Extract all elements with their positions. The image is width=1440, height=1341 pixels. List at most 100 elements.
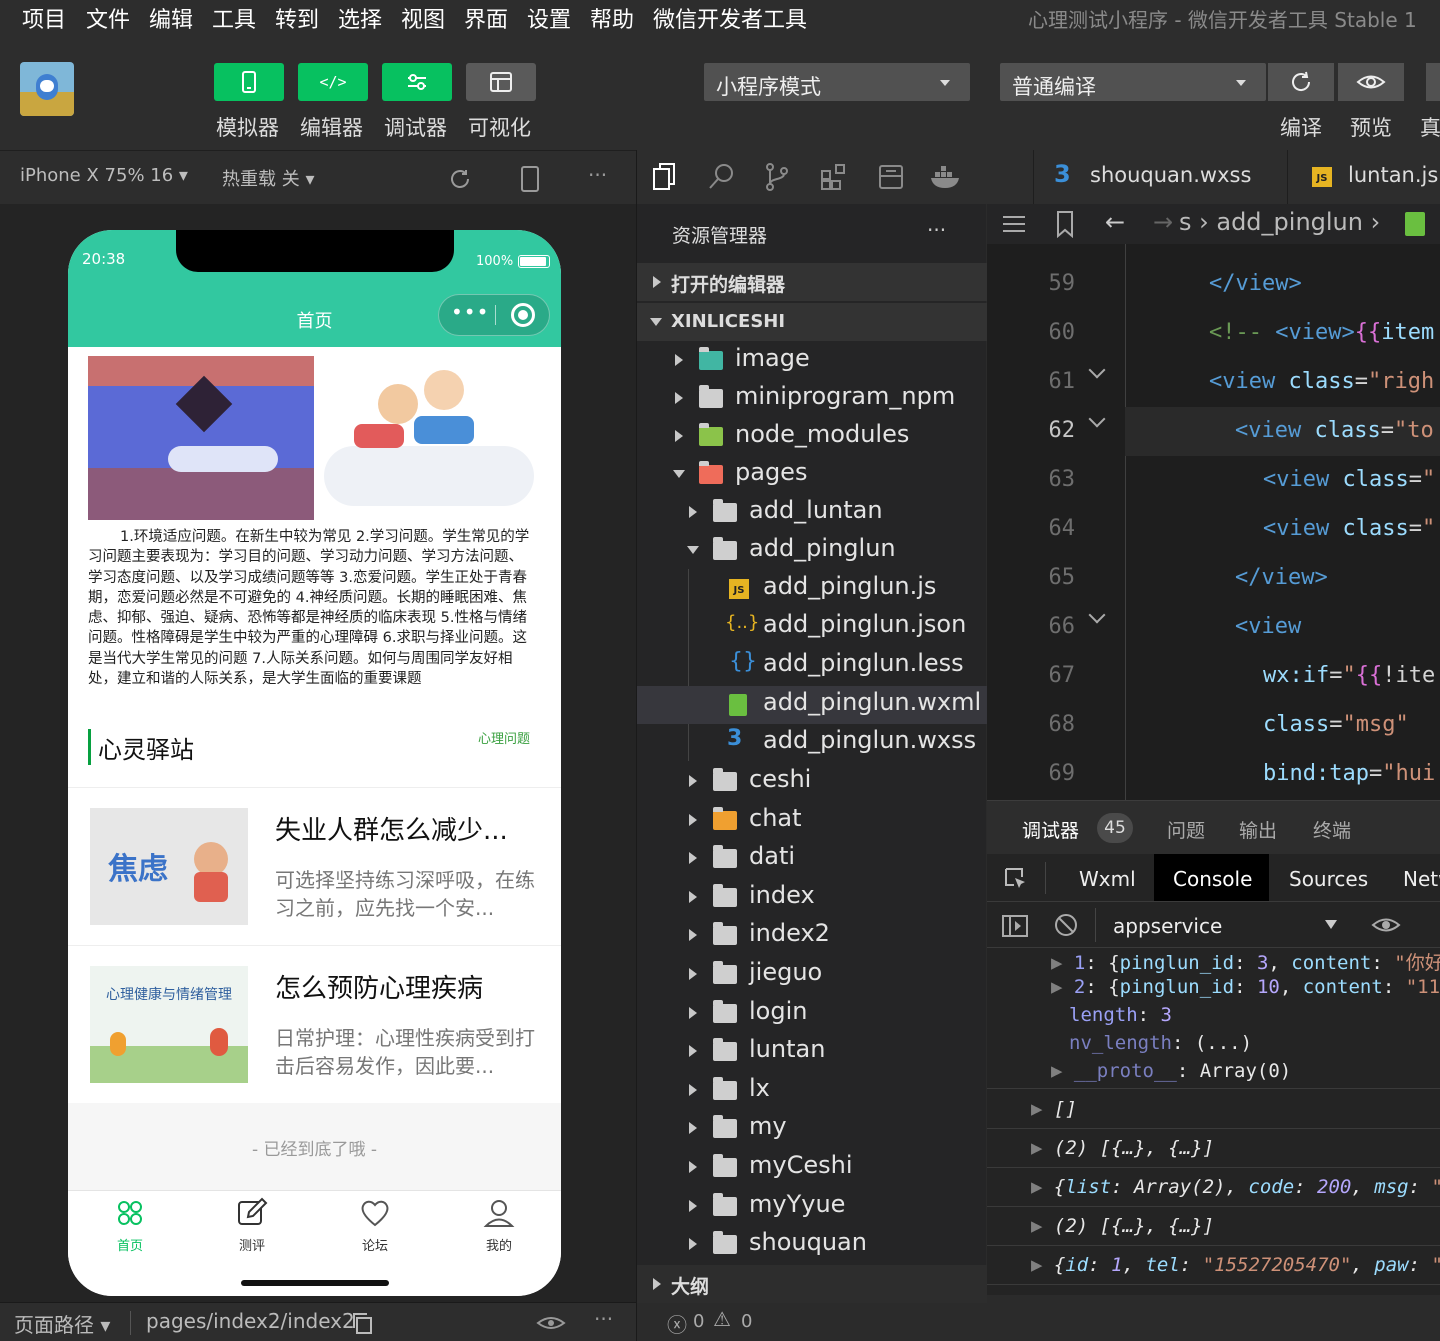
article-card[interactable]: 心理健康与情绪管理 怎么预防心理疾病 日常护理：心理性疾病受到打击后容易发作，因…: [68, 946, 561, 1103]
search-icon[interactable]: [707, 162, 737, 192]
context-select[interactable]: appservice: [1113, 914, 1222, 938]
tab-mine[interactable]: 我的: [457, 1191, 541, 1261]
hot-reload-select[interactable]: 热重载 关 ▾: [222, 165, 314, 191]
menu-tools[interactable]: 工具: [212, 2, 256, 34]
menu-help[interactable]: 帮助: [590, 2, 634, 34]
mode-select[interactable]: 小程序模式: [704, 63, 970, 101]
console-line[interactable]: ▶ {id: 1, tel: "15527205470", paw: ": [1031, 1254, 1440, 1276]
eye-icon[interactable]: [1371, 914, 1401, 936]
outline-header[interactable]: 大纲: [637, 1265, 987, 1303]
compile-button[interactable]: [1268, 63, 1334, 101]
tab-debugger[interactable]: 调试器: [1022, 816, 1079, 843]
back-arrow-icon[interactable]: ←: [1105, 208, 1125, 236]
tab-output[interactable]: 输出: [1239, 816, 1277, 843]
project-header[interactable]: XINLICESHI: [637, 303, 987, 341]
menu-settings[interactable]: 设置: [527, 2, 571, 34]
open-editors-header[interactable]: 打开的编辑器: [637, 263, 987, 301]
console-line[interactable]: ▶ (2) [{…}, {…}]: [1031, 1137, 1214, 1159]
menu-edit[interactable]: 编辑: [149, 2, 193, 34]
warning-icon[interactable]: ⚠: [713, 1307, 731, 1331]
tree-item-index2[interactable]: index2: [637, 916, 987, 954]
panel-wxml[interactable]: Wxml: [1079, 867, 1136, 891]
console-line[interactable]: ▶ 2: {pinglun_id: 10, content: "11: [1051, 976, 1440, 998]
console-line[interactable]: ▶ []: [1031, 1098, 1077, 1120]
panel-sources[interactable]: Sources: [1289, 867, 1368, 891]
tree-item-shouquan[interactable]: shouquan: [637, 1225, 987, 1263]
menu-file[interactable]: 文件: [86, 2, 130, 34]
tree-item-luntan[interactable]: luntan: [637, 1032, 987, 1070]
tab-problems[interactable]: 问题: [1167, 816, 1205, 843]
compile-select[interactable]: 普通编译: [1000, 63, 1266, 101]
console-line[interactable]: ▶ (2) [{…}, {…}]: [1031, 1215, 1214, 1237]
fold-icon[interactable]: [1088, 606, 1106, 624]
menu-wechat-devtools[interactable]: 微信开发者工具: [653, 2, 807, 34]
editor-button[interactable]: </>: [298, 63, 368, 101]
tree-item-node-modules[interactable]: node_modules: [637, 417, 987, 455]
page-path-label[interactable]: 页面路径 ▾: [14, 1309, 110, 1338]
more-icon[interactable]: ···: [927, 218, 946, 242]
source-control-icon[interactable]: [763, 162, 791, 192]
console-line[interactable]: ▶ {list: Array(2), code: 200, msg: ": [1031, 1176, 1440, 1198]
simulator-button[interactable]: [214, 63, 284, 101]
more-dots-icon[interactable]: •••: [451, 300, 489, 324]
tree-item-pages[interactable]: pages: [637, 455, 987, 493]
files-icon[interactable]: [651, 162, 679, 192]
bookmark-icon[interactable]: [1055, 210, 1075, 238]
tree-item-my[interactable]: my: [637, 1109, 987, 1147]
list-icon[interactable]: [1001, 212, 1027, 236]
fold-icon[interactable]: [1088, 361, 1106, 379]
panel-network[interactable]: Netw: [1403, 867, 1440, 891]
rotate-icon[interactable]: [448, 167, 472, 191]
tab-test[interactable]: 测评: [210, 1191, 294, 1261]
section-link[interactable]: 心理问题: [478, 728, 530, 747]
tab-shouquan-wxss[interactable]: 3 shouquan.wxss: [1033, 150, 1285, 204]
panel-console-active[interactable]: Console: [1154, 854, 1269, 901]
storage-icon[interactable]: [877, 162, 905, 192]
tree-file-json[interactable]: {..} add_pinglun.json: [637, 608, 987, 646]
breadcrumb[interactable]: s › add_pinglun ›: [1179, 208, 1380, 236]
preview-button[interactable]: [1338, 63, 1404, 101]
tab-terminal[interactable]: 终端: [1313, 816, 1351, 843]
code-body[interactable]: 59 60 61 62 63 64 65 66 67 68 69 </view>…: [987, 244, 1440, 800]
more-icon[interactable]: ···: [594, 1307, 613, 1331]
extensions-icon[interactable]: [819, 162, 849, 192]
article-card[interactable]: 焦虑 失业人群怎么减少... 可选择坚持练习深呼吸，在练习之前，应先找一个安..…: [68, 788, 561, 945]
tree-item-myceshi[interactable]: myCeshi: [637, 1148, 987, 1186]
tree-file-less[interactable]: {} add_pinglun.less: [637, 647, 987, 685]
clear-console-icon[interactable]: [1053, 912, 1079, 938]
docker-icon[interactable]: [929, 162, 963, 192]
visualize-button[interactable]: [466, 63, 536, 101]
tree-file-js[interactable]: JS add_pinglun.js: [637, 570, 987, 608]
console-line[interactable]: ▶ 1: {pinglun_id: 3, content: "你好: [1051, 948, 1440, 975]
tree-item-lx[interactable]: lx: [637, 1071, 987, 1109]
menu-select[interactable]: 选择: [338, 2, 382, 34]
forward-arrow-icon[interactable]: →: [1153, 208, 1173, 236]
tree-item-add-pinglun[interactable]: add_pinglun: [637, 531, 987, 569]
device-select[interactable]: iPhone X 75% 16 ▾: [20, 165, 188, 186]
console-line[interactable]: ▶ __proto__: Array(0): [1051, 1060, 1291, 1082]
copy-icon[interactable]: [350, 1311, 374, 1335]
menu-view[interactable]: 视图: [401, 2, 445, 34]
tree-item-jieguo[interactable]: jieguo: [637, 955, 987, 993]
tree-file-wxml[interactable]: add_pinglun.wxml: [637, 686, 987, 724]
tree-item-index[interactable]: index: [637, 878, 987, 916]
tree-item-add-luntan[interactable]: add_luntan: [637, 493, 987, 531]
tab-forum[interactable]: 论坛: [333, 1191, 417, 1261]
tab-luntan-js[interactable]: JS luntan.js: [1287, 150, 1440, 204]
inspect-icon[interactable]: [1003, 866, 1029, 892]
eye-icon[interactable]: [536, 1313, 566, 1333]
debugger-button[interactable]: [382, 63, 452, 101]
tree-item-dati[interactable]: dati: [637, 839, 987, 877]
tree-item-ceshi[interactable]: ceshi: [637, 762, 987, 800]
tab-home[interactable]: 首页: [88, 1191, 172, 1261]
tree-item-miniprogram-npm[interactable]: miniprogram_npm: [637, 379, 987, 417]
tree-item-chat[interactable]: chat: [637, 801, 987, 839]
menu-goto[interactable]: 转到: [275, 2, 319, 34]
capsule-menu[interactable]: •••: [438, 294, 550, 336]
sidebar-toggle-icon[interactable]: [1001, 914, 1029, 938]
fold-icon[interactable]: [1088, 410, 1106, 428]
close-circle-icon[interactable]: [511, 303, 535, 327]
menu-interface[interactable]: 界面: [464, 2, 508, 34]
project-avatar[interactable]: [20, 62, 74, 116]
device-icon[interactable]: [520, 165, 540, 193]
